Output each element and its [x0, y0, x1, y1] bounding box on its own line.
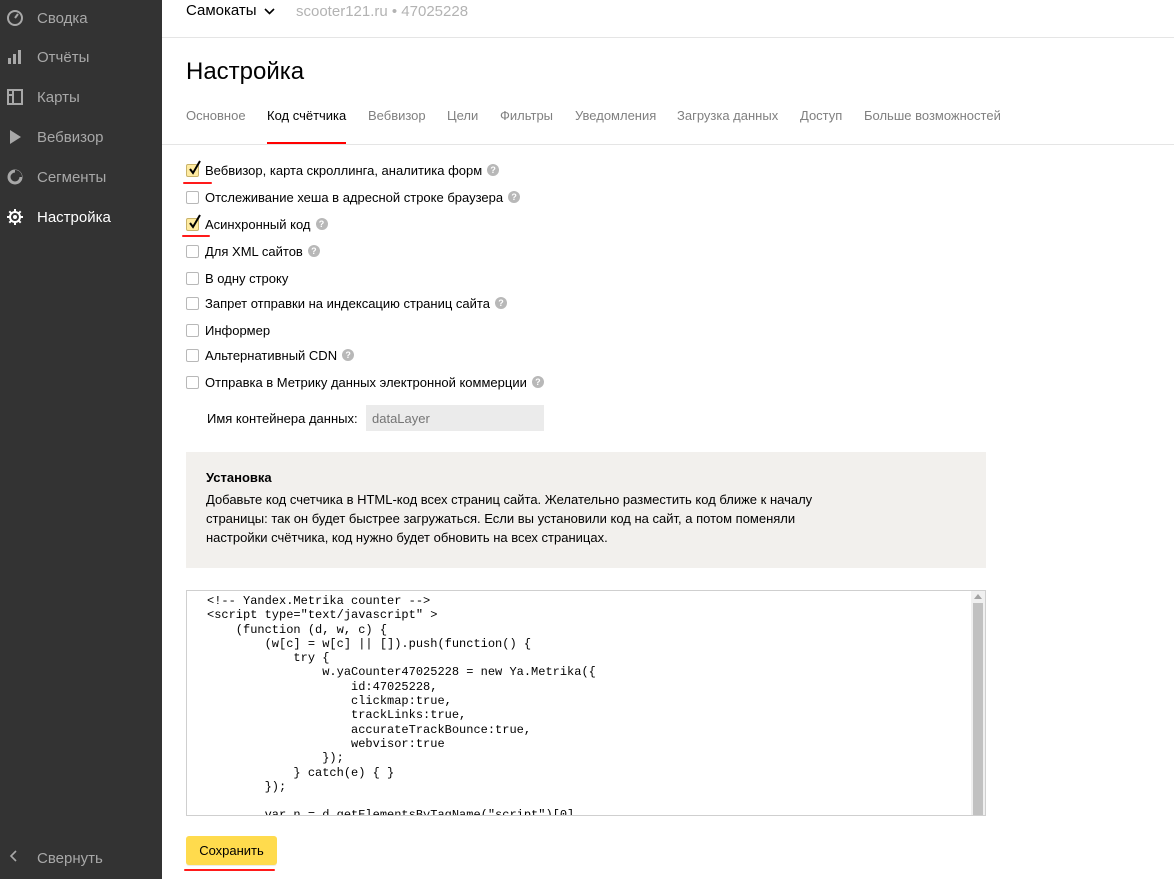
help-icon[interactable]: ? — [508, 191, 521, 203]
data-container-input[interactable] — [366, 405, 544, 431]
option-label: Асинхронный код — [205, 216, 311, 232]
sidebar-item-label: Настройка — [37, 208, 111, 226]
tab-counter-code[interactable]: Код счётчика — [267, 108, 347, 144]
tabs-divider — [162, 144, 1174, 145]
help-icon[interactable]: ? — [487, 164, 500, 176]
option-async-code[interactable]: Асинхронный код ? — [186, 213, 328, 232]
checkbox[interactable] — [186, 348, 199, 362]
option-label: В одну строку — [205, 270, 289, 286]
option-xml-sites[interactable]: Для XML сайтов ? — [186, 243, 320, 259]
scroll-up-arrow-icon[interactable] — [974, 594, 982, 599]
help-icon[interactable]: ? — [307, 245, 320, 257]
counter-code[interactable]: <!-- Yandex.Metrika counter --> <script … — [207, 594, 596, 815]
counter-name: Самокаты — [186, 2, 257, 19]
collapse-sidebar-button[interactable]: Свернуть — [0, 840, 162, 876]
annotation-underline — [184, 869, 275, 871]
collapse-label: Свернуть — [37, 849, 103, 867]
install-title: Установка — [206, 470, 272, 485]
sidebar-item-webvisor[interactable]: Вебвизор — [0, 119, 162, 155]
tab-more-features[interactable]: Больше возможностей — [864, 108, 1001, 144]
annotation-underline — [182, 235, 210, 237]
map-icon — [6, 88, 24, 106]
checkbox[interactable] — [186, 296, 199, 310]
checkbox[interactable] — [186, 271, 199, 285]
option-label: Вебвизор, карта скроллинга, аналитика фо… — [205, 162, 483, 178]
checkbox[interactable] — [186, 323, 199, 337]
bar-chart-icon — [6, 48, 24, 66]
data-container-label: Имя контейнера данных: — [207, 411, 358, 426]
help-icon[interactable]: ? — [531, 376, 544, 388]
gear-icon — [6, 208, 24, 226]
sidebar-item-label: Отчёты — [37, 48, 90, 66]
checkbox[interactable] — [186, 190, 199, 204]
help-icon[interactable]: ? — [342, 349, 355, 361]
tab-notifications[interactable]: Уведомления — [575, 108, 656, 144]
header: Самокаты scooter121.ru • 47025228 — [162, 0, 1174, 38]
install-info-box: Установка Добавьте код счетчика в HTML-к… — [186, 452, 986, 568]
option-label: Отслеживание хеша в адресной строке брау… — [205, 189, 504, 205]
option-label: Альтернативный CDN — [205, 347, 338, 363]
option-webvisor[interactable]: Вебвизор, карта скроллинга, аналитика фо… — [186, 159, 500, 178]
sidebar-item-label: Карты — [37, 88, 80, 106]
option-informer[interactable]: Информер — [186, 322, 270, 338]
sidebar-item-reports[interactable]: Отчёты — [0, 39, 162, 75]
tab-filters[interactable]: Фильтры — [500, 108, 553, 144]
option-alternative-cdn[interactable]: Альтернативный CDN ? — [186, 347, 355, 363]
sidebar-item-settings[interactable]: Настройка — [0, 199, 162, 235]
option-single-line[interactable]: В одну строку — [186, 270, 288, 286]
sidebar-item-segments[interactable]: Сегменты — [0, 159, 162, 195]
counter-code-box[interactable]: <!-- Yandex.Metrika counter --> <script … — [186, 590, 986, 816]
annotation-underline — [183, 182, 212, 184]
dashboard-icon — [6, 9, 24, 27]
tab-main[interactable]: Основное — [186, 108, 246, 144]
sidebar-item-maps[interactable]: Карты — [0, 79, 162, 115]
sidebar: Сводка Отчёты Карты Вебвизор Сегменты На… — [0, 0, 162, 879]
tab-webvisor[interactable]: Вебвизор — [368, 108, 426, 144]
sidebar-item-label: Сегменты — [37, 168, 107, 186]
play-icon — [6, 128, 24, 146]
scroll-thumb[interactable] — [973, 603, 983, 815]
tab-data-upload[interactable]: Загрузка данных — [677, 108, 778, 144]
page-title: Настройка — [186, 58, 305, 85]
option-hash-tracking[interactable]: Отслеживание хеша в адресной строке брау… — [186, 189, 521, 205]
checkbox-checked[interactable] — [186, 159, 201, 177]
sidebar-item-summary[interactable]: Сводка — [0, 0, 162, 36]
option-no-indexing[interactable]: Запрет отправки на индексацию страниц са… — [186, 295, 507, 311]
code-scrollbar[interactable] — [971, 591, 985, 815]
option-label: Запрет отправки на индексацию страниц са… — [205, 295, 490, 311]
pie-icon — [6, 168, 24, 186]
help-icon[interactable]: ? — [494, 297, 507, 309]
option-label: Информер — [205, 322, 271, 338]
checkbox[interactable] — [186, 244, 199, 258]
chevron-down-icon — [263, 2, 275, 19]
install-text: Добавьте код счетчика в HTML-код всех ст… — [206, 492, 813, 545]
save-button[interactable]: Сохранить — [186, 836, 277, 865]
tab-access[interactable]: Доступ — [800, 108, 842, 144]
option-label: Отправка в Метрику данных электронной ко… — [205, 374, 527, 390]
checkbox[interactable] — [186, 375, 199, 389]
tab-goals[interactable]: Цели — [447, 108, 478, 144]
sidebar-item-label: Сводка — [37, 9, 88, 27]
checkbox-checked[interactable] — [186, 213, 201, 231]
site-info: scooter121.ru • 47025228 — [296, 3, 469, 20]
sidebar-item-label: Вебвизор — [37, 128, 104, 146]
option-ecommerce[interactable]: Отправка в Метрику данных электронной ко… — [186, 374, 544, 390]
chevron-left-icon — [8, 849, 18, 868]
counter-selector[interactable]: Самокаты — [186, 2, 275, 19]
help-icon[interactable]: ? — [315, 218, 328, 230]
option-label: Для XML сайтов — [205, 243, 303, 259]
